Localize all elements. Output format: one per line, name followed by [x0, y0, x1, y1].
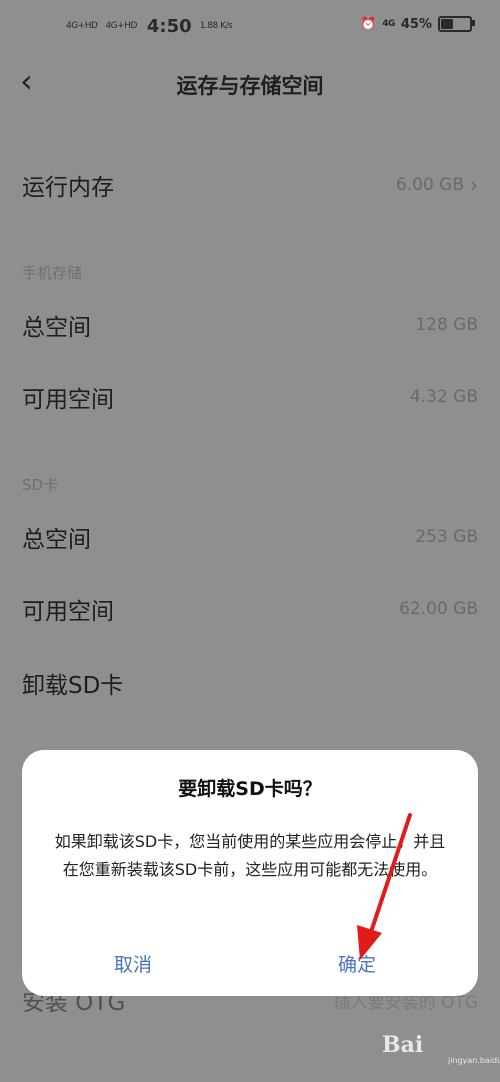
phone-storage-section-label: 手机存储: [22, 264, 83, 282]
phone-available-row: 可用空间 4.32 GB: [22, 377, 478, 417]
clock: 4:50: [146, 16, 192, 37]
network-speed: 1.88 K/s: [199, 21, 233, 31]
chevron-right-icon: ›: [470, 173, 478, 197]
status-bar: 4G+HD 4G+HD 4:50 1.88 K/s ⏰ 4G 45%: [0, 0, 500, 52]
signal-icon-sim1: 4G+HD: [66, 21, 98, 31]
battery-icon: [438, 16, 475, 32]
header: ‹ 运存与存储空间: [0, 52, 500, 112]
sd-total-row: 总空间 253 GB: [22, 517, 478, 557]
phone-total-row: 总空间 128 GB: [22, 305, 478, 345]
phone-available-label: 可用空间: [22, 387, 114, 413]
watermark-site: jingyan.baidu.com: [448, 1056, 500, 1065]
confirm-button[interactable]: 确定: [338, 950, 376, 977]
page-title: 运存与存储空间: [176, 74, 324, 98]
unmount-confirm-dialog: 要卸载SD卡吗？ 如果卸载该SD卡，您当前使用的某些应用会停止，并且在您重新装载…: [22, 750, 478, 996]
sd-available-value: 62.00 GB: [399, 599, 478, 619]
unmount-sd-row[interactable]: 卸载SD卡: [22, 663, 478, 703]
phone-total-value: 128 GB: [415, 315, 478, 335]
alarm-icon: ⏰: [360, 16, 377, 32]
baidu-watermark: Bai jingyan.baidu.com: [382, 1026, 500, 1070]
unmount-sd-label: 卸载SD卡: [22, 673, 124, 699]
sd-card-section-label: SD卡: [22, 476, 59, 494]
signal-icon-sim2: 4G+HD: [105, 21, 137, 31]
4g-icon: 4G: [382, 18, 395, 29]
cancel-button[interactable]: 取消: [114, 950, 152, 977]
dialog-title: 要卸载SD卡吗？: [178, 778, 322, 800]
ram-value: 6.00 GB: [395, 175, 464, 195]
battery-percent: 45%: [400, 16, 432, 32]
ram-label: 运行内存: [22, 175, 114, 201]
sd-available-label: 可用空间: [22, 599, 114, 625]
sd-available-row: 可用空间 62.00 GB: [22, 589, 478, 629]
sd-total-label: 总空间: [22, 527, 91, 553]
ram-row[interactable]: 运行内存 6.00 GB ›: [22, 165, 478, 205]
phone-total-label: 总空间: [22, 315, 91, 341]
phone-available-value: 4.32 GB: [409, 387, 478, 407]
sd-total-value: 253 GB: [415, 527, 478, 547]
dialog-message: 如果卸载该SD卡，您当前使用的某些应用会停止，并且在您重新装载该SD卡前，这些应…: [54, 832, 446, 879]
watermark-brand: Bai: [382, 1032, 424, 1058]
